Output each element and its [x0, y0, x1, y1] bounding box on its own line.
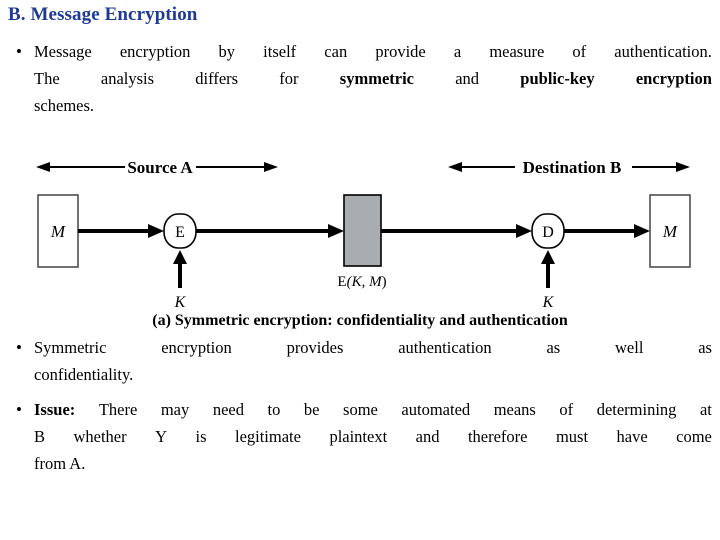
word: well [615, 338, 644, 357]
word-emphasis: symmetric [339, 69, 414, 88]
destination-b-label: Destination B [523, 158, 622, 177]
word: The [34, 69, 60, 88]
word: itself [263, 42, 297, 61]
word: some [343, 400, 378, 419]
plaintext-input-label: M [50, 222, 66, 241]
bullet-line: Issue: There may need to be some automat… [34, 396, 712, 423]
arrow-decrypt-key [541, 250, 555, 288]
word: encryption [119, 42, 191, 61]
word: to [267, 400, 281, 419]
arrow-ciphertext-to-decrypt [381, 224, 532, 238]
word: provides [286, 338, 344, 357]
ciphertext-block [343, 194, 382, 267]
word: Y [155, 427, 168, 446]
decrypt-node-label: D [542, 224, 554, 241]
bullet-item-3: • Issue: There may need to be some autom… [16, 396, 712, 477]
word: of [559, 400, 574, 419]
word: encryption [161, 338, 232, 357]
word: at [699, 400, 712, 419]
word: legitimate [234, 427, 301, 446]
arrow-plaintext-to-encrypt [78, 224, 164, 238]
word: have [616, 427, 648, 446]
bullet-line: B whether Y is legitimate plaintext and … [34, 423, 712, 450]
plaintext-output-label: M [662, 222, 678, 241]
word: must [555, 427, 589, 446]
word: for [279, 69, 299, 88]
bullet-line: from A. [34, 454, 86, 473]
word: B [34, 427, 46, 446]
decrypt-key-label: K [542, 294, 555, 311]
word: There [98, 400, 138, 419]
word: therefore [467, 427, 528, 446]
bullet-text-2: Symmetric encryption provides authentica… [34, 334, 712, 388]
word: by [218, 42, 236, 61]
word: authentication [398, 338, 492, 357]
bullet-text-1: Message encryption by itself can provide… [34, 38, 712, 119]
word: of [572, 42, 587, 61]
word-emphasis: public-key [520, 69, 595, 88]
word: is [195, 427, 207, 446]
word: automated [401, 400, 471, 419]
arrow-encrypt-key [173, 250, 187, 288]
bullet-marker: • [16, 338, 22, 357]
word: be [303, 400, 320, 419]
word: a [453, 42, 462, 61]
bullet-line: Symmetric encryption provides authentica… [34, 334, 712, 361]
bullet-item-2: • Symmetric encryption provides authenti… [16, 334, 712, 388]
word: provide [375, 42, 426, 61]
word: analysis [100, 69, 155, 88]
encrypt-key-label: K [174, 294, 187, 311]
word: and [455, 69, 480, 88]
diagram-caption: (a) Symmetric encryption: confidentialit… [152, 312, 568, 329]
bullet-item-1: • Message encryption by itself can provi… [16, 38, 712, 119]
arrow-decrypt-to-plaintext [564, 224, 650, 238]
source-a-label: Source A [127, 158, 193, 177]
word: as [546, 338, 561, 357]
word-emphasis: Issue: [34, 400, 76, 419]
word: measure [489, 42, 545, 61]
word: authentication. [614, 42, 712, 61]
bullet-line: Message encryption by itself can provide… [34, 38, 712, 65]
encrypt-node-label: E [175, 224, 185, 241]
word: and [415, 427, 440, 446]
word: plaintext [329, 427, 388, 446]
bullet-line: confidentiality. [34, 365, 134, 384]
word-emphasis: encryption [635, 69, 712, 88]
word: may [160, 400, 190, 419]
word: means [493, 400, 536, 419]
bullet-marker: • [16, 400, 22, 419]
word: determining [596, 400, 677, 419]
word: differs [195, 69, 239, 88]
word: as [698, 338, 712, 357]
bullet-text-3: Issue: There may need to be some automat… [34, 396, 712, 477]
page-title: B. Message Encryption [8, 4, 198, 25]
word: whether [73, 427, 127, 446]
symmetric-encryption-diagram: Source A Destination B M E K E(K, M) D K… [0, 140, 720, 336]
word: come [676, 427, 712, 446]
ciphertext-label: E(K, M) [337, 274, 386, 290]
bullet-marker: • [16, 42, 22, 61]
arrow-encrypt-to-ciphertext [196, 224, 344, 238]
word: Message [34, 42, 92, 61]
word: can [324, 42, 348, 61]
word: need [212, 400, 244, 419]
bullet-line: The analysis differs for symmetric and p… [34, 65, 712, 92]
word: Symmetric [34, 338, 107, 357]
bullet-line: schemes. [34, 96, 95, 115]
